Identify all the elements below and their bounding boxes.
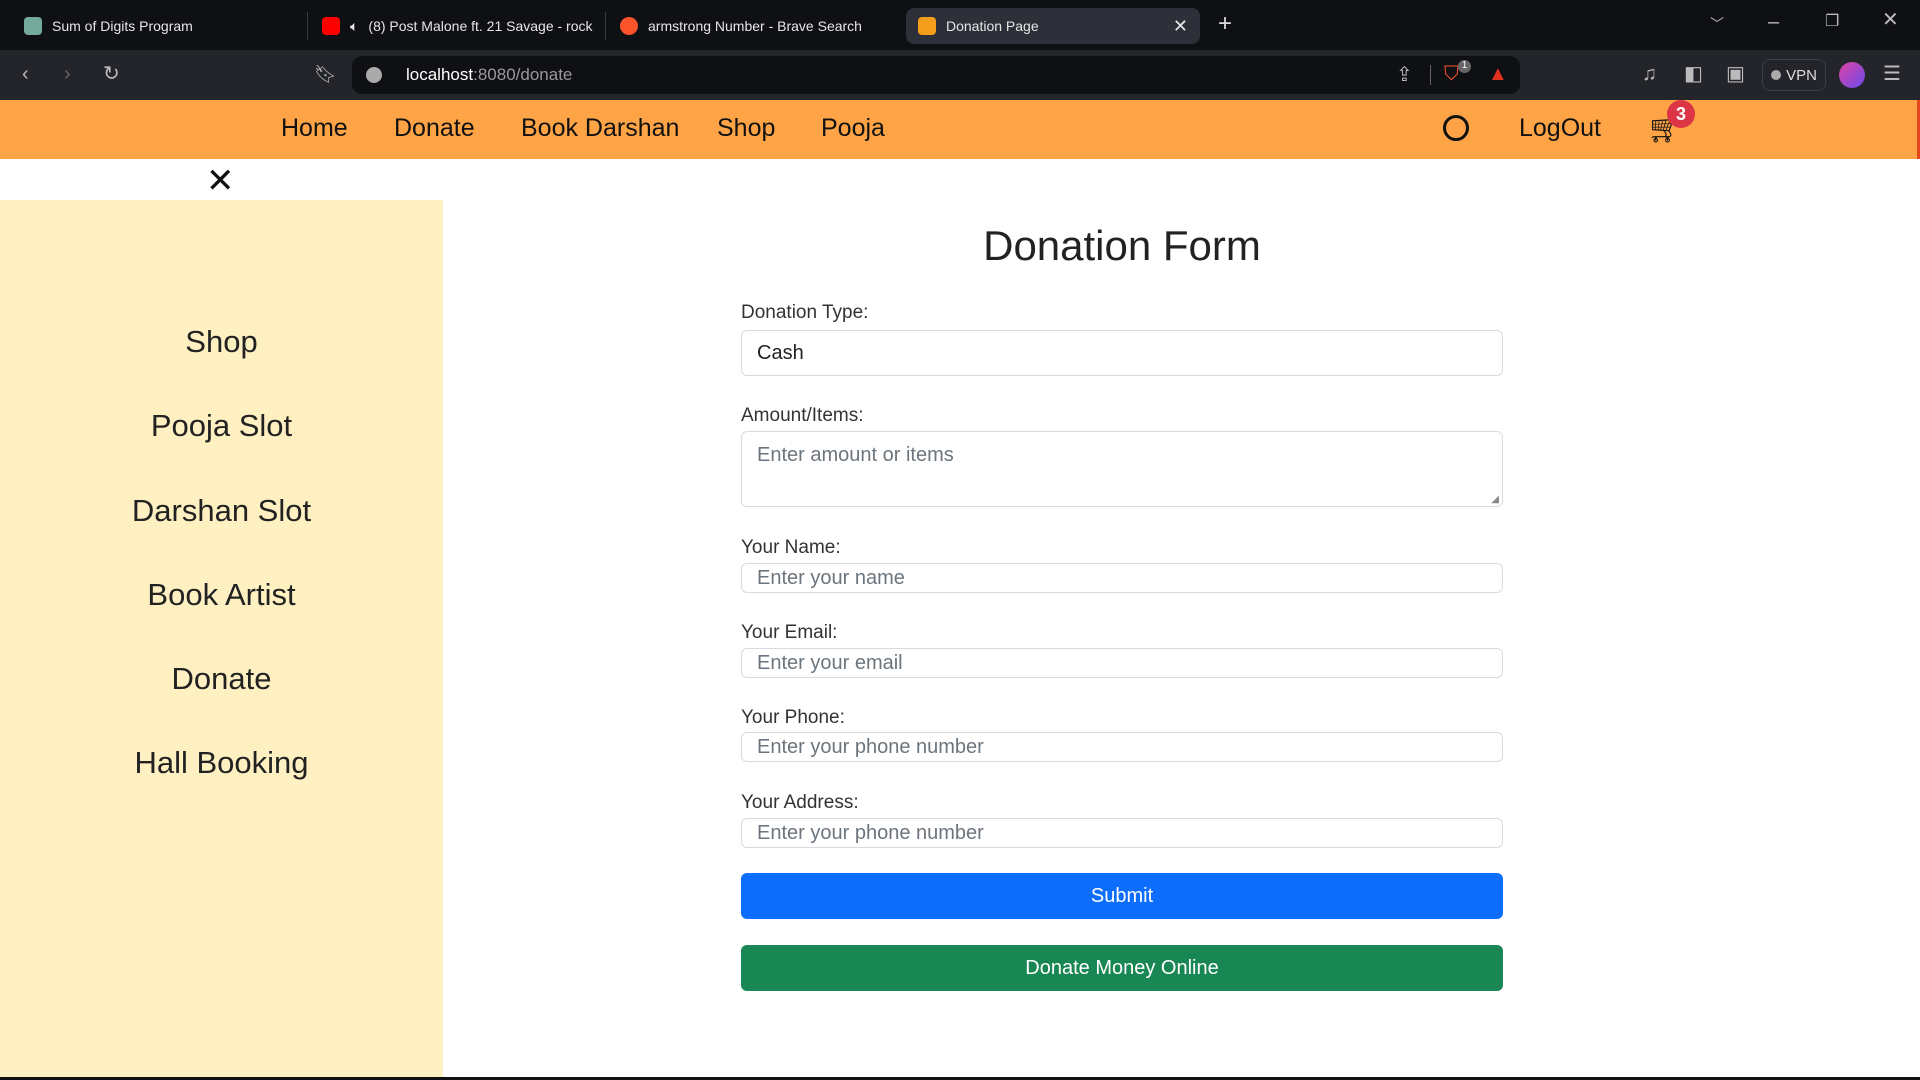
youtube-icon [322,17,340,35]
sidebar-item-donate[interactable]: Donate [0,661,443,697]
logout-link[interactable]: LogOut [1519,114,1601,143]
donate-online-button[interactable]: Donate Money Online [741,945,1503,991]
submit-button[interactable]: Submit [741,873,1503,919]
address-input[interactable]: Enter your phone number [741,818,1503,848]
sidebar-item-book-artist[interactable]: Book Artist [0,577,443,613]
email-placeholder: Enter your email [757,651,903,674]
phone-placeholder: Enter your phone number [757,735,984,758]
sidebar: Shop Pooja Slot Darshan Slot Book Artist… [0,200,443,1080]
site-info-icon[interactable] [366,67,382,83]
browser-tab-bar: Sum of Digits Program 🔈︎ (8) Post Malone… [0,0,1920,50]
address-toolbar: ‹ › ↻ 🔖︎ localhost:8080/donate ⇪ ⛉ 1 ▲ ♫… [0,50,1920,100]
address-label: Your Address: [741,792,859,813]
shields-badge: 1 [1458,60,1471,73]
vpn-button[interactable]: VPN [1762,59,1826,91]
close-tab-icon[interactable]: ✕ [1173,16,1188,37]
wallet-icon[interactable]: ▣ [1726,64,1745,84]
new-tab-icon[interactable]: + [1218,12,1232,36]
tab-brave-search[interactable]: armstrong Number - Brave Search [608,8,898,44]
cart-count-badge: 3 [1667,100,1695,128]
menu-icon[interactable]: ☰ [1883,64,1901,84]
brave-rewards-icon[interactable]: ▲ [1488,64,1508,84]
donation-type-value: Cash [757,341,804,364]
sidebar-item-darshan-slot[interactable]: Darshan Slot [0,493,443,529]
amount-label: Amount/Items: [741,405,864,426]
nav-book-darshan[interactable]: Book Darshan [521,114,679,143]
sidebar-item-hall-booking[interactable]: Hall Booking [0,745,443,781]
nav-home[interactable]: Home [281,114,348,143]
vpn-label: VPN [1786,66,1817,84]
phone-label: Your Phone: [741,707,845,728]
temple-icon [918,17,936,35]
resize-handle-icon[interactable]: ◢ [1491,494,1499,505]
email-label: Your Email: [741,622,838,643]
minimize-icon[interactable]: – [1768,12,1779,32]
name-label: Your Name: [741,537,841,558]
brave-shields-icon[interactable]: ⛉ [1444,64,1459,84]
tab-title: armstrong Number - Brave Search [648,18,862,34]
donation-type-label: Donation Type: [741,302,869,323]
bookmark-icon[interactable]: 🔖︎ [314,64,337,84]
reload-icon[interactable]: ↻ [103,64,120,84]
media-icon[interactable]: ♫ [1642,64,1657,84]
user-account-icon[interactable] [1443,115,1469,141]
window-close-icon[interactable]: ✕ [1882,10,1899,30]
tab-search-chevron-icon[interactable]: ﹀ [1710,14,1724,34]
share-icon[interactable]: ⇪ [1396,65,1413,85]
brave-search-icon [620,17,638,35]
nav-donate[interactable]: Donate [394,114,475,143]
nav-pooja[interactable]: Pooja [821,114,885,143]
chatgpt-icon [24,17,42,35]
back-icon[interactable]: ‹ [22,64,29,84]
speaker-icon: 🔈︎ [350,17,359,34]
page-title: Donation Form [983,222,1261,269]
url-host: localhost [406,65,474,84]
name-placeholder: Enter your name [757,566,905,589]
amount-placeholder: Enter amount or items [757,444,954,466]
phone-input[interactable]: Enter your phone number [741,732,1503,762]
sidebar-item-shop[interactable]: Shop [0,324,443,360]
tab-title: Donation Page [946,18,1039,34]
name-input[interactable]: Enter your name [741,563,1503,593]
email-input[interactable]: Enter your email [741,648,1503,678]
sidebar-item-pooja-slot[interactable]: Pooja Slot [0,408,443,444]
address-placeholder: Enter your phone number [757,821,984,844]
amount-textarea[interactable]: Enter amount or items ◢ [741,431,1503,507]
profile-avatar[interactable] [1839,62,1865,88]
sidebar-toggle-icon[interactable]: ◧ [1684,64,1703,84]
donation-type-select[interactable]: Cash [741,330,1503,376]
close-sidebar-icon[interactable]: ✕ [206,164,235,198]
tab-sum-of-digits[interactable]: Sum of Digits Program [12,8,292,44]
restore-icon[interactable]: ❐ [1825,12,1839,32]
url-path: :8080/donate [473,65,573,84]
site-navbar: Home Donate Book Darshan Shop Pooja LogO… [0,100,1920,159]
forward-icon[interactable]: › [64,64,71,84]
tab-title: (8) Post Malone ft. 21 Savage - rock [368,18,593,34]
nav-shop[interactable]: Shop [717,114,775,143]
tab-title: Sum of Digits Program [52,18,193,34]
tab-donation-page[interactable]: Donation Page ✕ [906,8,1200,44]
address-bar[interactable]: localhost:8080/donate ⇪ ⛉ 1 ▲ [352,56,1520,94]
vpn-status-icon [1771,70,1782,80]
tab-youtube[interactable]: 🔈︎ (8) Post Malone ft. 21 Savage - rock [310,8,600,44]
